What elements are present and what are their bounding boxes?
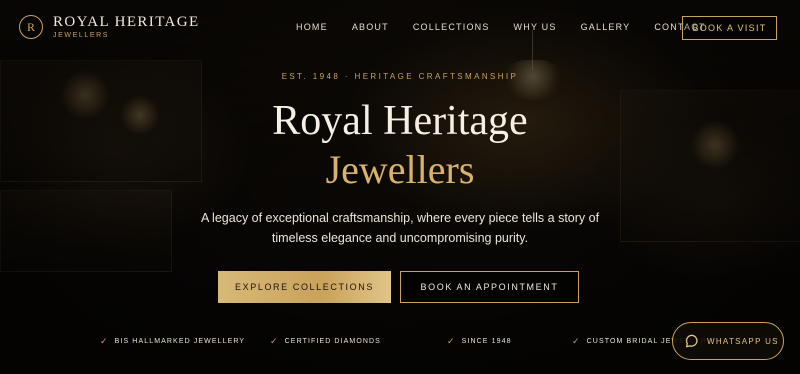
feature-label: SINCE 1948 xyxy=(461,338,512,345)
hero-eyebrow: EST. 1948 · HERITAGE CRAFTSMANSHIP xyxy=(281,72,519,81)
feature-label: CERTIFIED DIAMONDS xyxy=(284,338,381,345)
book-a-visit-button[interactable]: BOOK A VISIT xyxy=(682,16,777,40)
feature-item: ✓ CERTIFIED DIAMONDS xyxy=(270,336,381,347)
chat-bubble-icon xyxy=(685,334,698,348)
nav-link-why-us[interactable]: WHY US xyxy=(514,22,557,32)
brand-subtitle: JEWELLERS xyxy=(53,32,110,39)
feature-item: ✓ SINCE 1948 xyxy=(447,336,512,347)
feature-item: ✓ BIS HALLMARKED JEWELLERY xyxy=(100,336,245,347)
hero-section: R ROYAL HERITAGE JEWELLERS HOME ABOUT CO… xyxy=(0,0,800,374)
check-icon: ✓ xyxy=(270,336,279,346)
top-navigation: R ROYAL HERITAGE JEWELLERS HOME ABOUT CO… xyxy=(0,0,800,56)
book-appointment-button[interactable]: BOOK AN APPOINTMENT xyxy=(400,271,579,303)
check-icon: ✓ xyxy=(572,336,581,346)
hero-title: Royal Heritage xyxy=(272,98,528,144)
whatsapp-label: WHATSAPP US xyxy=(707,336,779,346)
explore-collections-button[interactable]: EXPLORE COLLECTIONS xyxy=(218,271,391,303)
hero-subtitle: A legacy of exceptional craftsmanship, w… xyxy=(200,211,600,245)
logo-badge: R xyxy=(19,15,43,39)
nav-links: HOME ABOUT COLLECTIONS WHY US GALLERY CO… xyxy=(296,22,706,32)
brand-logo[interactable]: R ROYAL HERITAGE JEWELLERS xyxy=(19,14,200,40)
hero-title-accent: Jewellers xyxy=(325,147,475,192)
nav-link-about[interactable]: ABOUT xyxy=(352,22,389,32)
nav-link-home[interactable]: HOME xyxy=(296,22,328,32)
whatsapp-button[interactable]: WHATSAPP US xyxy=(672,322,784,360)
brand-name: ROYAL HERITAGE xyxy=(53,14,200,30)
check-icon: ✓ xyxy=(100,336,109,346)
nav-link-gallery[interactable]: GALLERY xyxy=(581,22,631,32)
feature-label: BIS HALLMARKED JEWELLERY xyxy=(114,338,246,345)
nav-link-collections[interactable]: COLLECTIONS xyxy=(413,22,490,32)
check-icon: ✓ xyxy=(447,336,456,346)
logo-text: ROYAL HERITAGE JEWELLERS xyxy=(53,14,200,40)
